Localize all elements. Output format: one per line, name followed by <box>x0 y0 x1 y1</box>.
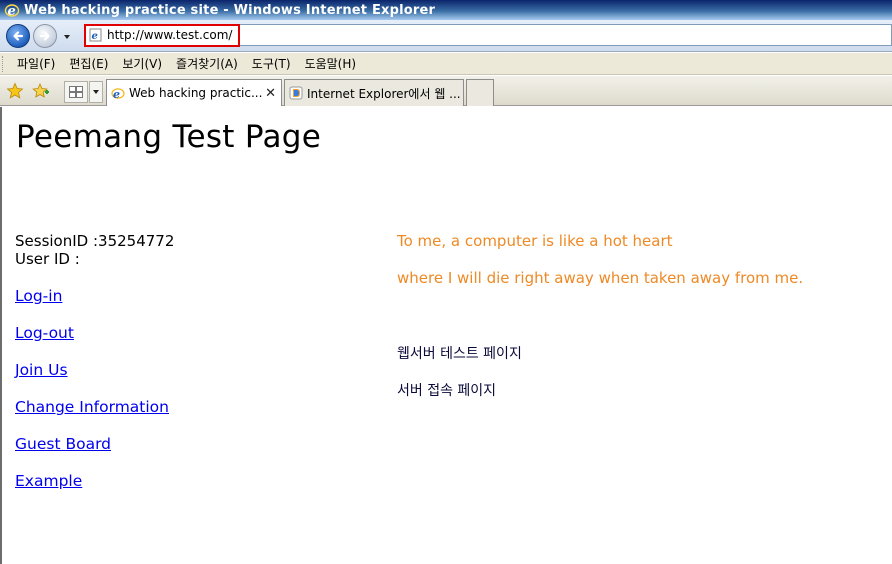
tab-label: Internet Explorer에서 웹 ... <box>307 86 461 101</box>
user-id-text: User ID : <box>15 250 80 268</box>
tab-bar: e Web hacking practic... ✕ Internet Expl… <box>0 76 892 106</box>
tab-list-button[interactable] <box>89 81 103 103</box>
menu-bar: 파일(F) 편집(E) 보기(V) 즐겨찾기(A) 도구(T) 도움말(H) <box>0 53 892 75</box>
tab-web-hacking[interactable]: e Web hacking practic... ✕ <box>106 79 282 106</box>
change-information-link[interactable]: Change Information <box>15 398 169 416</box>
toolbar-grip <box>2 55 6 72</box>
server-access-text: 서버 접속 페이지 <box>397 383 497 399</box>
back-button[interactable] <box>6 24 30 48</box>
window-title: Web hacking practice site - Windows Inte… <box>24 2 436 18</box>
back-arrow-icon <box>13 31 24 41</box>
ie-page-icon: e <box>111 88 125 100</box>
address-highlight-box <box>84 24 240 47</box>
forward-button[interactable] <box>33 24 57 48</box>
forward-arrow-icon <box>39 31 50 41</box>
recent-pages-dropdown[interactable] <box>62 32 72 42</box>
menu-favorites[interactable]: 즐겨찾기(A) <box>169 55 245 72</box>
login-link[interactable]: Log-in <box>15 287 62 305</box>
svg-text:e: e <box>113 88 120 100</box>
window-title-bar: e Web hacking practice site - Windows In… <box>0 0 892 20</box>
logout-link[interactable]: Log-out <box>15 324 74 342</box>
add-favorites-icon[interactable] <box>32 82 50 100</box>
quote-line-2: where I will die right away when taken a… <box>397 269 804 287</box>
quick-tabs-button[interactable] <box>64 81 88 103</box>
chevron-down-icon <box>93 90 99 94</box>
help-page-icon <box>289 86 303 100</box>
menu-edit[interactable]: 편집(E) <box>62 55 115 72</box>
join-us-link[interactable]: Join Us <box>15 361 68 379</box>
tab-label: Web hacking practic... <box>129 86 263 100</box>
svg-text:e: e <box>8 4 16 18</box>
close-icon[interactable]: ✕ <box>265 86 276 101</box>
menu-view[interactable]: 보기(V) <box>115 55 169 72</box>
new-tab-button[interactable] <box>466 79 494 106</box>
example-link[interactable]: Example <box>15 472 82 490</box>
favorites-star-icon[interactable] <box>6 82 24 100</box>
tab-ie-help[interactable]: Internet Explorer에서 웹 ... <box>284 79 464 106</box>
menu-tools[interactable]: 도구(T) <box>245 55 298 72</box>
menu-help[interactable]: 도움말(H) <box>298 55 364 72</box>
guest-board-link[interactable]: Guest Board <box>15 435 111 453</box>
menu-file[interactable]: 파일(F) <box>10 55 62 72</box>
ie-logo-icon: e <box>4 4 20 18</box>
session-id-text: SessionID :35254772 <box>15 232 175 250</box>
page-title: Peemang Test Page <box>16 119 322 155</box>
quick-tabs-icon <box>69 86 83 98</box>
web-server-test-text: 웹서버 테스트 페이지 <box>397 346 522 362</box>
page-content: Peemang Test Page SessionID :35254772 Us… <box>0 107 892 564</box>
quote-line-1: To me, a computer is like a hot heart <box>397 232 673 250</box>
